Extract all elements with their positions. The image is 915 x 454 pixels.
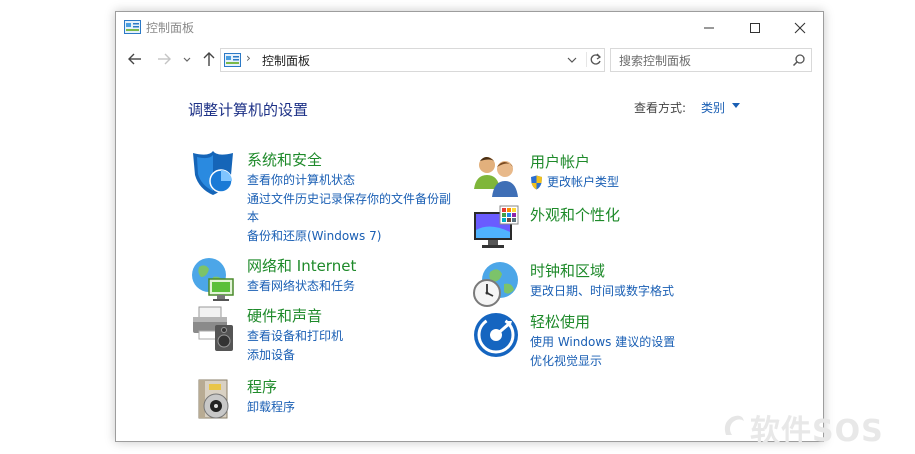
link-change-account-type[interactable]: 更改帐户类型 [530,173,619,192]
minimize-icon [704,27,714,29]
caret-down-icon[interactable] [732,103,740,109]
control-panel-icon [224,53,241,67]
link-optimize-visual-display[interactable]: 优化视觉显示 [530,352,675,371]
category-title-user-accounts[interactable]: 用户帐户 [530,151,590,172]
category-title-clock-region[interactable]: 时钟和区域 [530,260,605,281]
programs-disc-box-icon[interactable] [189,376,237,424]
category-title-system-security[interactable]: 系统和安全 [247,149,322,170]
watermark-text: 软件SOS [750,414,884,449]
refresh-icon[interactable] [586,52,603,67]
link-change-account-type-label[interactable]: 更改帐户类型 [547,175,619,189]
category-title-programs[interactable]: 程序 [247,376,277,397]
link-change-date-time-format[interactable]: 更改日期、时间或数字格式 [530,282,674,301]
maximize-button[interactable] [732,12,778,43]
close-button[interactable] [777,12,823,43]
category-title-appearance[interactable]: 外观和个性化 [530,204,620,225]
category-links: 更改日期、时间或数字格式 [530,282,674,301]
link-uninstall-program[interactable]: 卸载程序 [247,398,295,417]
link-network-status[interactable]: 查看网络状态和任务 [247,277,355,296]
close-icon [794,22,806,34]
view-by-dropdown[interactable]: 类别 [701,99,725,116]
control-panel-window: 控制面板 › 控制面板 搜索控制面板 调整计算机的设置 查看方式: 类别 系统和… [115,11,824,442]
category-links: 查看你的计算机状态 通过文件历史记录保存你的文件备份副 本 备份和还原(Wind… [247,171,451,245]
window-title: 控制面板 [146,21,195,35]
back-arrow-icon[interactable] [125,49,145,69]
category-title-hardware-sound[interactable]: 硬件和声音 [247,305,322,326]
recent-locations-chevron-icon[interactable] [181,49,193,69]
category-links: 查看设备和打印机 添加设备 [247,327,343,364]
security-shield-icon[interactable] [189,149,237,197]
maximize-icon [750,23,760,33]
address-bar[interactable]: › 控制面板 [220,48,605,72]
forward-arrow-icon[interactable] [154,49,174,69]
link-windows-suggested-settings[interactable]: 使用 Windows 建议的设置 [530,333,675,352]
category-links: 使用 Windows 建议的设置 优化视觉显示 [530,333,675,370]
breadcrumb-control-panel[interactable]: 控制面板 [262,52,310,69]
up-arrow-icon[interactable] [199,49,219,69]
category-links: 更改帐户类型 [530,173,619,192]
link-add-device[interactable]: 添加设备 [247,346,343,365]
search-box[interactable]: 搜索控制面板 [610,48,812,72]
breadcrumb-separator[interactable]: › [246,51,251,65]
link-backup-restore[interactable]: 备份和还原(Windows 7) [247,227,451,246]
category-links: 卸载程序 [247,398,295,417]
users-icon[interactable] [472,151,520,199]
printer-speaker-icon[interactable] [189,305,237,353]
page-heading: 调整计算机的设置 [188,101,309,119]
address-dropdown-chevron-icon[interactable] [566,54,578,66]
title-bar: 控制面板 [116,12,823,43]
link-view-computer-status[interactable]: 查看你的计算机状态 [247,171,451,190]
category-title-network-internet[interactable]: 网络和 Internet [247,255,356,276]
appearance-monitor-icon[interactable] [472,204,520,252]
navigation-bar: › 控制面板 搜索控制面板 [116,45,823,75]
link-file-history-backup[interactable]: 通过文件历史记录保存你的文件备份副 [247,190,451,209]
ease-of-access-icon[interactable] [472,311,520,359]
network-globe-icon[interactable] [189,255,237,303]
clock-globe-icon[interactable] [472,260,520,308]
search-icon[interactable] [792,53,806,67]
category-links: 查看网络状态和任务 [247,277,355,296]
category-title-ease-of-access[interactable]: 轻松使用 [530,311,590,332]
minimize-button[interactable] [686,12,732,43]
control-panel-icon [124,20,141,34]
uac-shield-icon [531,175,542,190]
link-devices-printers[interactable]: 查看设备和打印机 [247,327,343,346]
watermark-logo-icon [724,415,744,435]
link-file-history-backup-cont[interactable]: 本 [247,208,451,227]
search-input[interactable]: 搜索控制面板 [619,52,691,69]
view-by-label: 查看方式: [634,101,687,115]
